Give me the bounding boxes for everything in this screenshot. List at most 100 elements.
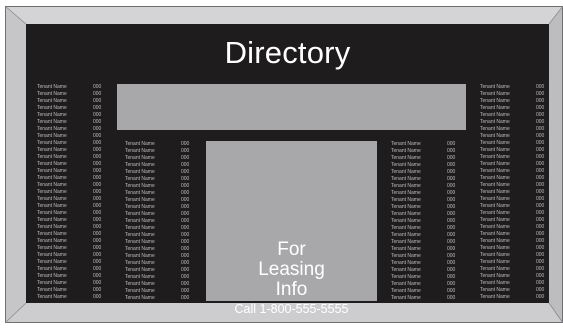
tenant-name: Tenant Name	[125, 162, 155, 168]
tenant-name: Tenant Name	[480, 280, 510, 286]
tenant-suite-number: 000	[447, 204, 456, 210]
tenant-name: Tenant Name	[480, 259, 510, 265]
tenant-suite-number: 000	[93, 231, 102, 237]
tenant-suite-number: 000	[181, 155, 190, 161]
tenant-suite-number: 000	[181, 176, 190, 182]
tenant-suite-number: 000	[447, 190, 456, 196]
leasing-info-panel: For Leasing Info Call 1-800-555-5555	[206, 141, 377, 316]
tenant-suite-number: 000	[93, 84, 102, 90]
tenant-name: Tenant Name	[125, 169, 155, 175]
tenant-suite-number: 000	[181, 253, 190, 259]
tenant-name: Tenant Name	[480, 98, 510, 104]
tenant-name: Tenant Name	[37, 203, 67, 209]
tenant-name: Tenant Name	[391, 225, 421, 231]
tenant-name: Tenant Name	[37, 287, 67, 293]
tenant-suite-number: 000	[536, 189, 545, 195]
tenant-name: Tenant Name	[37, 168, 67, 174]
tenant-suite-number: 000	[181, 295, 190, 301]
tenant-suite-number: 000	[181, 141, 190, 147]
tenant-name: Tenant Name	[37, 224, 67, 230]
tenant-suite-number: 000	[181, 204, 190, 210]
tenant-suite-number: 000	[536, 280, 545, 286]
tenant-suite-number: 000	[536, 126, 545, 132]
tenant-name: Tenant Name	[391, 155, 421, 161]
tenant-name: Tenant Name	[37, 84, 67, 90]
tenant-name: Tenant Name	[37, 161, 67, 167]
tenant-suite-number: 000	[447, 162, 456, 168]
tenant-suite-number: 000	[447, 267, 456, 273]
tenant-name: Tenant Name	[480, 154, 510, 160]
tenant-suite-number: 000	[93, 105, 102, 111]
tenant-name: Tenant Name	[37, 182, 67, 188]
tenant-name: Tenant Name	[125, 246, 155, 252]
tenant-name: Tenant Name	[480, 294, 510, 300]
tenant-suite-number: 000	[447, 288, 456, 294]
tenant-suite-number: 000	[447, 148, 456, 154]
tenant-name: Tenant Name	[125, 141, 155, 147]
tenant-name: Tenant Name	[37, 238, 67, 244]
tenant-name: Tenant Name	[125, 267, 155, 273]
tenant-suite-number: 000	[93, 140, 102, 146]
tenant-suite-number: 000	[536, 238, 545, 244]
tenant-suite-number: 000	[93, 168, 102, 174]
tenant-suite-number: 000	[181, 281, 190, 287]
tenant-suite-number: 000	[536, 266, 545, 272]
tenant-name: Tenant Name	[480, 252, 510, 258]
tenant-suite-number: 000	[93, 259, 102, 265]
tenant-name: Tenant Name	[480, 224, 510, 230]
tenant-suite-number: 000	[93, 133, 102, 139]
tenant-name: Tenant Name	[125, 148, 155, 154]
leasing-line-leasing: Leasing	[258, 259, 325, 280]
tenant-suite-number: 000	[536, 287, 545, 293]
tenant-suite-number: 000	[536, 112, 545, 118]
tenant-name: Tenant Name	[480, 91, 510, 97]
tenant-name: Tenant Name	[37, 245, 67, 251]
tenant-name: Tenant Name	[37, 91, 67, 97]
tenant-name: Tenant Name	[480, 266, 510, 272]
tenant-name: Tenant Name	[391, 281, 421, 287]
tenant-name: Tenant Name	[37, 98, 67, 104]
tenant-suite-number: 000	[536, 217, 545, 223]
tenant-name: Tenant Name	[480, 112, 510, 118]
tenant-suite-number: 000	[447, 218, 456, 224]
tenant-suite-number: 000	[93, 98, 102, 104]
tenant-suite-number: 000	[93, 217, 102, 223]
tenant-suite-number: 000	[536, 224, 545, 230]
tenant-name: Tenant Name	[37, 266, 67, 272]
tenant-suite-number: 000	[536, 154, 545, 160]
tenant-name: Tenant Name	[125, 183, 155, 189]
tenant-name: Tenant Name	[480, 140, 510, 146]
tenant-name: Tenant Name	[480, 182, 510, 188]
tenant-name: Tenant Name	[391, 246, 421, 252]
tenant-name: Tenant Name	[480, 245, 510, 251]
tenant-name: Tenant Name	[480, 147, 510, 153]
tenant-name: Tenant Name	[391, 211, 421, 217]
tenant-suite-number: 000	[447, 197, 456, 203]
tenant-name: Tenant Name	[480, 84, 510, 90]
tenant-suite-number: 000	[93, 119, 102, 125]
tenant-name: Tenant Name	[125, 253, 155, 259]
tenant-name: Tenant Name	[480, 196, 510, 202]
tenant-name: Tenant Name	[480, 273, 510, 279]
tenant-name: Tenant Name	[37, 119, 67, 125]
tenant-name: Tenant Name	[37, 210, 67, 216]
tenant-name: Tenant Name	[391, 232, 421, 238]
tenant-suite-number: 000	[93, 238, 102, 244]
tenant-suite-number: 000	[447, 295, 456, 301]
tenant-suite-number: 000	[93, 294, 102, 300]
tenant-name: Tenant Name	[125, 176, 155, 182]
tenant-name: Tenant Name	[391, 169, 421, 175]
tenant-suite-number: 000	[181, 169, 190, 175]
tenant-name: Tenant Name	[37, 154, 67, 160]
tenant-name: Tenant Name	[391, 274, 421, 280]
leasing-line-info: Info	[275, 279, 308, 300]
tenant-suite-number: 000	[181, 183, 190, 189]
tenant-name: Tenant Name	[125, 218, 155, 224]
tenant-name: Tenant Name	[37, 280, 67, 286]
tenant-name: Tenant Name	[480, 203, 510, 209]
tenant-suite-number: 000	[93, 112, 102, 118]
tenant-name: Tenant Name	[37, 217, 67, 223]
tenant-suite-number: 000	[447, 176, 456, 182]
tenant-suite-number: 000	[447, 246, 456, 252]
tenant-name: Tenant Name	[391, 190, 421, 196]
